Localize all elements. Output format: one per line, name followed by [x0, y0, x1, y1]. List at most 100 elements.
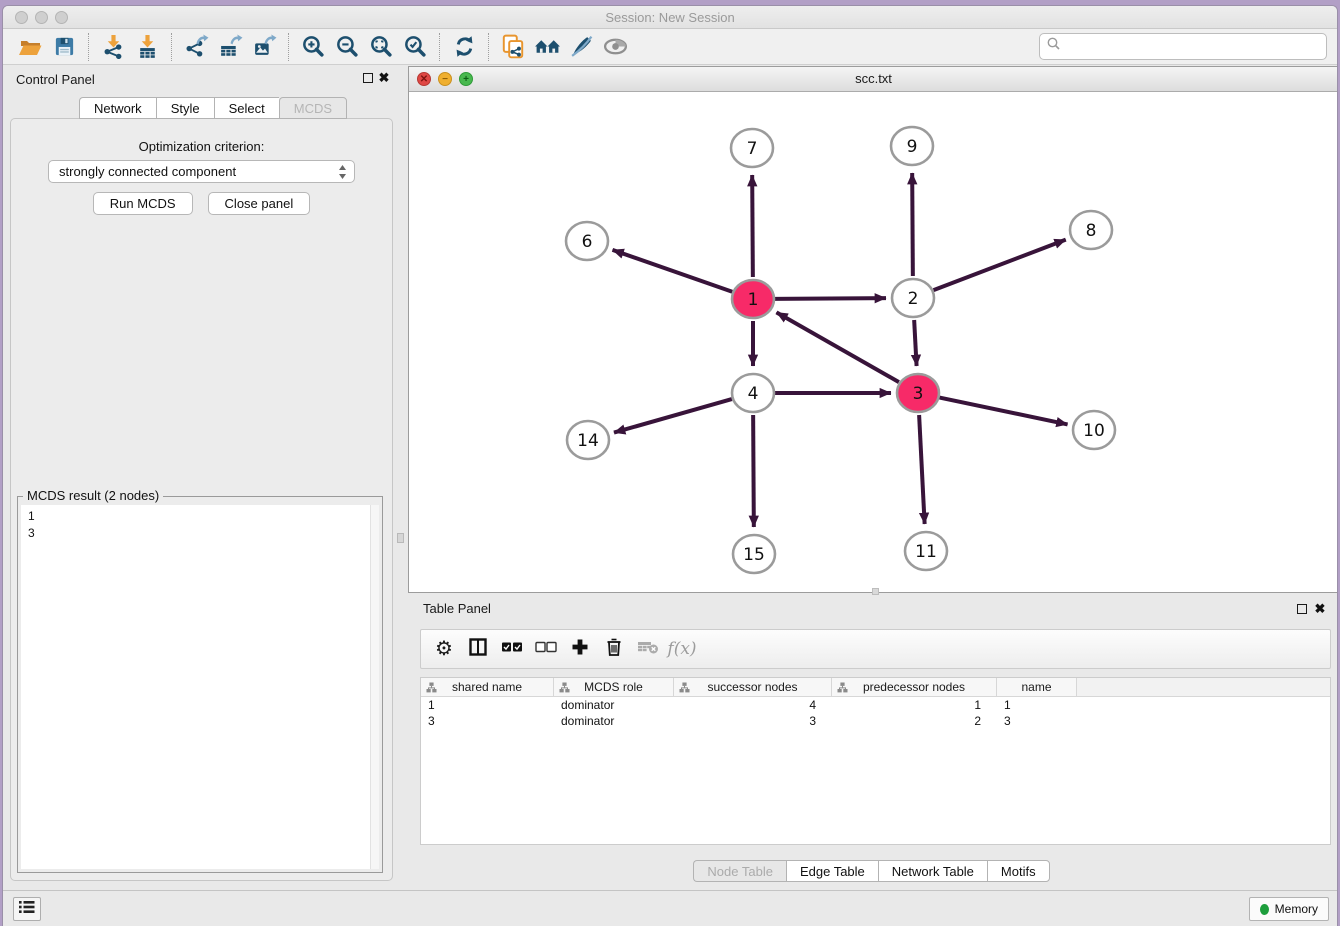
deselect-all-button[interactable]	[531, 634, 561, 664]
graph-node-9[interactable]: 9	[891, 127, 933, 165]
tab-style[interactable]: Style	[156, 97, 214, 119]
refresh-icon	[452, 34, 477, 59]
tab-mcds[interactable]: MCDS	[279, 97, 347, 119]
network-canvas[interactable]: 1 2 3 4 6 7 8 9 10 11 14 15	[409, 92, 1338, 592]
graph-edge-1-7[interactable]	[752, 175, 753, 277]
column-header-successor-nodes[interactable]: successor nodes	[674, 678, 832, 696]
network-resize-handle[interactable]	[872, 588, 879, 595]
graph-edge-1-6[interactable]	[612, 250, 732, 292]
export-network-button[interactable]	[179, 32, 213, 62]
graph-node-10[interactable]: 10	[1073, 411, 1115, 449]
graph-edge-4-15[interactable]	[753, 415, 754, 527]
graph-node-3[interactable]: 3	[897, 374, 939, 412]
delete-button[interactable]	[599, 634, 629, 664]
graph-node-11[interactable]: 11	[905, 532, 947, 570]
duplicate-network-button[interactable]	[496, 32, 530, 62]
run-mcds-button[interactable]: Run MCDS	[93, 192, 193, 215]
tab-motifs[interactable]: Motifs	[987, 860, 1050, 882]
open-session-button[interactable]	[13, 32, 47, 62]
network-window-titlebar[interactable]: ✕ − + scc.txt	[409, 67, 1338, 92]
search-field[interactable]	[1039, 33, 1327, 60]
graph-edge-3-11[interactable]	[919, 415, 925, 524]
column-label: name	[1021, 680, 1051, 694]
graph-edge-3-10[interactable]	[940, 398, 1068, 425]
import-network-button[interactable]	[96, 32, 130, 62]
column-label: shared name	[452, 680, 522, 694]
graph-node-label: 8	[1086, 221, 1097, 241]
float-table-panel-icon[interactable]	[1297, 604, 1307, 614]
refresh-button[interactable]	[447, 32, 481, 62]
column-header-shared-name[interactable]: shared name	[421, 678, 554, 696]
graph-node-8[interactable]: 8	[1070, 211, 1112, 249]
show-columns-button[interactable]	[463, 634, 493, 664]
zoom-selected-button[interactable]	[398, 32, 432, 62]
graph-edge-2-9[interactable]	[912, 173, 913, 276]
column-header-name[interactable]: name	[997, 678, 1077, 696]
import-table-button[interactable]	[130, 32, 164, 62]
result-scrollbar[interactable]	[370, 505, 379, 869]
tab-network-table[interactable]: Network Table	[878, 860, 987, 882]
list-icon	[19, 900, 35, 919]
toolbar-separator	[288, 33, 289, 61]
tab-network[interactable]: Network	[79, 97, 156, 119]
unchecked-boxes-icon	[535, 640, 557, 658]
graph-node-1[interactable]: 1	[732, 280, 774, 318]
memory-button[interactable]: Memory	[1249, 897, 1329, 921]
table-settings-button[interactable]: ⚙	[429, 634, 459, 664]
table-toolbar: ⚙ f(x)	[420, 629, 1331, 669]
close-panel-button[interactable]: Close panel	[208, 192, 311, 215]
column-header-mcds-role[interactable]: MCDS role	[554, 678, 674, 696]
graph-edge-2-8[interactable]	[934, 240, 1066, 291]
close-table-panel-icon[interactable]: ✖	[1313, 600, 1327, 616]
graph-node-7[interactable]: 7	[731, 129, 773, 167]
graph-node-15[interactable]: 15	[733, 535, 775, 573]
hierarchy-icon	[679, 682, 690, 696]
export-image-button[interactable]	[247, 32, 281, 62]
graph-node-14[interactable]: 14	[567, 421, 609, 459]
mcds-result-lines[interactable]: 13	[21, 505, 379, 869]
first-neighbors-button[interactable]	[530, 32, 564, 62]
task-history-button[interactable]	[13, 897, 41, 921]
table-row[interactable]: 3dominator323	[421, 713, 1330, 729]
splitter-handle[interactable]	[397, 533, 404, 543]
criterion-dropdown[interactable]: strongly connected component	[48, 160, 355, 183]
function-builder-button[interactable]: f(x)	[667, 634, 697, 664]
table-cell: 1	[832, 697, 997, 713]
delete-table-button[interactable]	[633, 634, 663, 664]
trash-icon	[604, 637, 624, 662]
zoom-fit-button[interactable]	[364, 32, 398, 62]
graph-edge-3-1[interactable]	[776, 312, 898, 382]
tab-edge-table[interactable]: Edge Table	[786, 860, 878, 882]
mcds-result-group: MCDS result (2 nodes) 13	[17, 496, 383, 873]
table-row[interactable]: 1dominator411	[421, 697, 1330, 713]
control-panel: Control Panel ✖ Network Style Select MCD…	[3, 65, 399, 890]
export-table-button[interactable]	[213, 32, 247, 62]
search-input[interactable]	[1062, 37, 1326, 57]
zoom-out-button[interactable]	[330, 32, 364, 62]
network-graph[interactable]: 1 2 3 4 6 7 8 9 10 11 14 15	[409, 92, 1338, 592]
graph-edge-4-14[interactable]	[614, 399, 732, 433]
graph-node-label: 1	[748, 290, 759, 310]
graph-edge-1-2[interactable]	[775, 298, 886, 299]
graph-node-2[interactable]: 2	[892, 279, 934, 317]
table-cell: 1	[421, 697, 554, 713]
column-label: predecessor nodes	[863, 680, 965, 694]
float-panel-icon[interactable]	[363, 73, 373, 83]
zoom-in-button[interactable]	[296, 32, 330, 62]
save-session-button[interactable]	[47, 32, 81, 62]
graph-node-6[interactable]: 6	[566, 222, 608, 260]
tab-node-table[interactable]: Node Table	[693, 860, 786, 882]
control-panel-title: Control Panel	[16, 72, 95, 87]
result-line: 1	[28, 508, 379, 525]
tab-select[interactable]: Select	[214, 97, 279, 119]
show-hide-button[interactable]	[598, 32, 632, 62]
column-header-predecessor-nodes[interactable]: predecessor nodes	[832, 678, 997, 696]
close-panel-icon[interactable]: ✖	[377, 69, 391, 85]
graph-edge-2-3[interactable]	[914, 320, 916, 366]
table-cell: 3	[997, 713, 1077, 729]
graph-node-4[interactable]: 4	[732, 374, 774, 412]
graphics-details-button[interactable]	[564, 32, 598, 62]
table-header-row: shared name MCDS role successor nodes pr…	[421, 678, 1330, 697]
add-button[interactable]	[565, 634, 595, 664]
select-all-button[interactable]	[497, 634, 527, 664]
